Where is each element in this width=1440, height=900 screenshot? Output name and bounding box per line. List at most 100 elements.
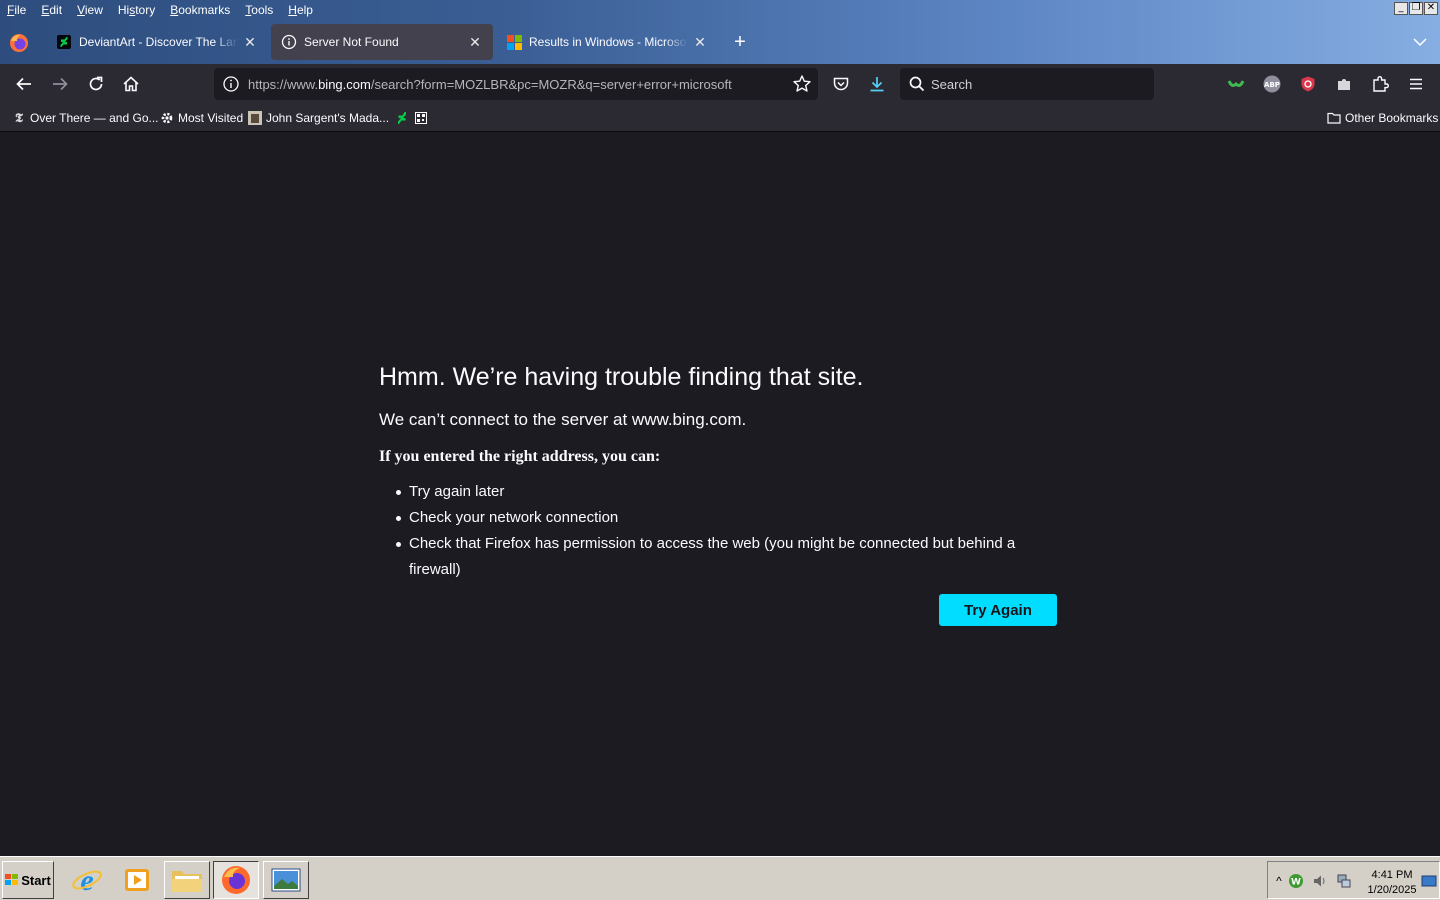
bookmark-other-bookmarks[interactable]: Other Bookmarks: [1327, 109, 1438, 127]
forward-arrow-icon[interactable]: [48, 72, 72, 96]
url-path: /search?form=MOZLBR&pc=MOZR&q=server+err…: [370, 76, 732, 92]
other-bookmarks-label: Other Bookmarks: [1345, 111, 1439, 125]
clock-date: 1/20/2025: [1367, 884, 1417, 896]
close-tab-icon[interactable]: ✕: [242, 34, 258, 50]
list-all-tabs-chevron-icon[interactable]: [1412, 34, 1428, 50]
tab-title: Server Not Found: [304, 35, 399, 49]
volume-icon[interactable]: [1312, 873, 1328, 889]
firefox-taskbar-icon[interactable]: [213, 861, 259, 899]
close-window-button[interactable]: ✕: [1424, 2, 1438, 15]
clock-time: 4:41 PM: [1371, 869, 1413, 881]
url-bar[interactable]: https://www.bing.com/search?form=MOZLBR&…: [214, 68, 818, 100]
search-bar[interactable]: Search: [900, 68, 1154, 100]
navigation-toolbar: https://www.bing.com/search?form=MOZLBR&…: [0, 64, 1440, 104]
start-button[interactable]: Start: [2, 861, 54, 899]
bookmark-john-sargent[interactable]: John Sargent's Mada...: [248, 109, 389, 127]
new-tab-plus-icon[interactable]: +: [730, 32, 750, 52]
minimize-button[interactable]: _: [1394, 2, 1408, 15]
tab-server-not-found[interactable]: Server Not Found ✕: [271, 24, 493, 60]
page-content: Hmm. We’re having trouble finding that s…: [0, 133, 1440, 856]
error-title: Hmm. We’re having trouble finding that s…: [379, 363, 864, 391]
try-again-button[interactable]: Try Again: [939, 594, 1057, 626]
suggestion-list: Try again later Check your network conne…: [379, 479, 1069, 583]
menu-history[interactable]: History: [111, 0, 163, 20]
bookmark-star-icon[interactable]: [792, 74, 812, 94]
search-icon: [909, 76, 925, 92]
list-item: Check that Firefox has permission to acc…: [396, 531, 1069, 583]
nyt-icon: 𝕿: [15, 110, 23, 126]
browser-titlebar: File Edit View History Bookmarks Tools H…: [0, 0, 1440, 64]
network-icon[interactable]: [1336, 873, 1352, 889]
tab-microsoft-community[interactable]: Results in Windows - Microsoft Com ✕: [496, 24, 718, 60]
hamburger-menu-icon[interactable]: [1404, 72, 1428, 96]
back-arrow-icon[interactable]: [12, 72, 36, 96]
bookmark-qr[interactable]: [414, 109, 432, 127]
window-controls: _ ❐ ✕: [1394, 2, 1438, 15]
internet-explorer-icon[interactable]: e: [64, 861, 110, 899]
tab-deviantart[interactable]: DeviantArt - Discover The Largest ✕: [46, 24, 268, 60]
webroot-icon[interactable]: W: [1288, 873, 1304, 889]
folder-icon: [1327, 111, 1341, 125]
extensions-puzzle-icon[interactable]: [1368, 72, 1392, 96]
taskbar: Start e ^ W 4:41 PM 1/20/2025: [0, 856, 1440, 900]
error-container: Hmm. We’re having trouble finding that s…: [379, 359, 1069, 583]
restore-button[interactable]: ❐: [1409, 2, 1423, 15]
home-icon[interactable]: [119, 72, 143, 96]
show-desktop-icon[interactable]: [1421, 873, 1437, 889]
downloads-icon[interactable]: [865, 72, 889, 96]
svg-text:W: W: [1291, 878, 1301, 888]
menu-bar: File Edit View History Bookmarks Tools H…: [0, 0, 1380, 20]
menu-edit[interactable]: Edit: [34, 0, 70, 20]
reload-icon[interactable]: [84, 72, 108, 96]
info-icon: [281, 34, 297, 50]
image-thumb-icon: [248, 111, 262, 125]
menu-help[interactable]: Help: [281, 0, 321, 20]
file-explorer-icon[interactable]: [164, 861, 210, 899]
extension-puzzle-color-icon[interactable]: [1332, 72, 1356, 96]
menu-tools[interactable]: Tools: [238, 0, 281, 20]
menu-bookmarks[interactable]: Bookmarks: [163, 0, 238, 20]
system-tray: ^ W 4:41 PM 1/20/2025: [1267, 861, 1440, 899]
adblock-plus-icon[interactable]: ABP: [1260, 72, 1284, 96]
start-label: Start: [21, 872, 51, 888]
pocket-icon[interactable]: [829, 72, 853, 96]
bookmark-most-visited[interactable]: Most Visited: [160, 109, 243, 127]
search-placeholder: Search: [931, 76, 973, 92]
tab-strip: DeviantArt - Discover The Largest ✕ Serv…: [0, 22, 1440, 62]
url-host: bing.com: [318, 76, 371, 92]
deviantart-icon: [56, 34, 72, 50]
bookmark-label: Most Visited: [178, 111, 244, 125]
tab-title: DeviantArt - Discover The Largest: [79, 35, 238, 49]
tab-title: Results in Windows - Microsoft Com: [529, 35, 688, 49]
bookmark-label: John Sargent's Mada...: [266, 111, 390, 125]
url-text: https://www.bing.com/search?form=MOZLBR&…: [248, 77, 792, 92]
error-description: We can’t connect to the server at www.bi…: [379, 410, 747, 429]
bookmark-label: Over There — and Go...: [30, 111, 159, 125]
grammarly-extension-icon[interactable]: [1224, 72, 1248, 96]
site-info-icon[interactable]: [222, 75, 240, 93]
media-player-icon[interactable]: [114, 861, 160, 899]
deviantart-icon: [395, 111, 409, 125]
error-subtitle: If you entered the right address, you ca…: [379, 448, 661, 465]
menu-file[interactable]: File: [0, 0, 34, 20]
svg-text:ABP: ABP: [1264, 81, 1280, 89]
close-tab-icon[interactable]: ✕: [692, 34, 708, 50]
firefox-view-icon[interactable]: [8, 32, 30, 54]
microsoft-icon: [506, 34, 522, 50]
url-prefix: https://www.: [248, 76, 319, 92]
list-item: Try again later: [396, 479, 1069, 505]
svg-text:e: e: [80, 864, 93, 896]
close-tab-icon[interactable]: ✕: [467, 34, 483, 50]
ublock-shield-icon[interactable]: [1296, 72, 1320, 96]
bookmark-deviantart[interactable]: [395, 109, 413, 127]
photo-viewer-icon[interactable]: [263, 861, 309, 899]
menu-view[interactable]: View: [70, 0, 111, 20]
windows-flag-icon: [5, 874, 19, 885]
qr-icon: [414, 111, 428, 125]
bookmarks-toolbar: 𝕿 Over There — and Go... Most Visited Jo…: [0, 104, 1440, 132]
taskbar-clock[interactable]: 4:41 PM 1/20/2025: [1364, 868, 1420, 898]
list-item: Check your network connection: [396, 505, 1069, 531]
gear-icon: [160, 111, 174, 125]
show-hidden-icons-chevron-icon[interactable]: ^: [1271, 873, 1287, 889]
bookmark-over-there[interactable]: 𝕿 Over There — and Go...: [12, 109, 159, 127]
